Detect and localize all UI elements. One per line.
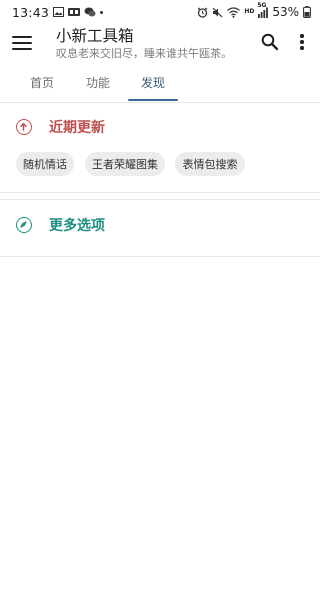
arrow-up-circle-icon bbox=[16, 119, 32, 135]
app-screen: 13:43 HD 5G 53% 小新工具箱 叹息老来交旧尽，睡来谁共午瓯茶。 首… bbox=[0, 0, 320, 616]
app-title: 小新工具箱 bbox=[56, 27, 134, 45]
more-vert-icon[interactable] bbox=[294, 32, 310, 52]
wifi-icon bbox=[227, 6, 241, 18]
tabs-divider bbox=[0, 102, 320, 103]
compass-icon bbox=[16, 217, 32, 233]
tab-discover[interactable]: 发现 bbox=[141, 74, 165, 91]
notification-dot bbox=[100, 10, 104, 14]
section-divider bbox=[0, 256, 320, 257]
section-divider bbox=[0, 199, 320, 200]
search-icon[interactable] bbox=[260, 32, 280, 52]
mute-icon bbox=[212, 7, 223, 18]
section-more-title: 更多选项 bbox=[49, 218, 105, 234]
chip-honor-of-kings-gallery[interactable]: 王者荣耀图集 bbox=[85, 152, 165, 176]
app-bar: 小新工具箱 叹息老来交旧尽，睡来谁共午瓯茶。 bbox=[0, 24, 320, 68]
app-subtitle: 叹息老来交旧尽，睡来谁共午瓯茶。 bbox=[56, 47, 232, 60]
status-bar: 13:43 HD 5G 53% bbox=[0, 0, 320, 24]
section-recent-title: 近期更新 bbox=[49, 120, 105, 136]
status-bar-left: 13:43 bbox=[12, 4, 104, 20]
chip-sticker-search[interactable]: 表情包搜索 bbox=[175, 152, 245, 176]
hd-icon: HD bbox=[244, 8, 255, 15]
section-divider bbox=[0, 192, 320, 193]
status-bar-right: HD 5G 53% bbox=[197, 2, 311, 19]
battery-percent: 53% bbox=[272, 5, 299, 19]
signal-icon: 5G bbox=[257, 2, 269, 18]
chip-random-love-words[interactable]: 随机情话 bbox=[16, 152, 74, 176]
section-more-options[interactable]: 更多选项 bbox=[0, 208, 320, 242]
battery-icon bbox=[303, 6, 311, 18]
image-icon bbox=[53, 7, 65, 17]
menu-icon[interactable] bbox=[12, 34, 32, 52]
app-icon bbox=[68, 7, 81, 17]
alarm-icon bbox=[197, 7, 208, 18]
status-time: 13:43 bbox=[12, 4, 50, 20]
wechat-icon bbox=[84, 7, 96, 17]
tab-home[interactable]: 首页 bbox=[30, 74, 54, 91]
tab-bar: 首页 功能 发现 bbox=[0, 68, 320, 102]
section-recent-updates[interactable]: 近期更新 bbox=[0, 110, 320, 144]
network-label: 5G bbox=[257, 1, 267, 9]
tab-features[interactable]: 功能 bbox=[86, 74, 110, 91]
tab-indicator bbox=[128, 99, 178, 101]
